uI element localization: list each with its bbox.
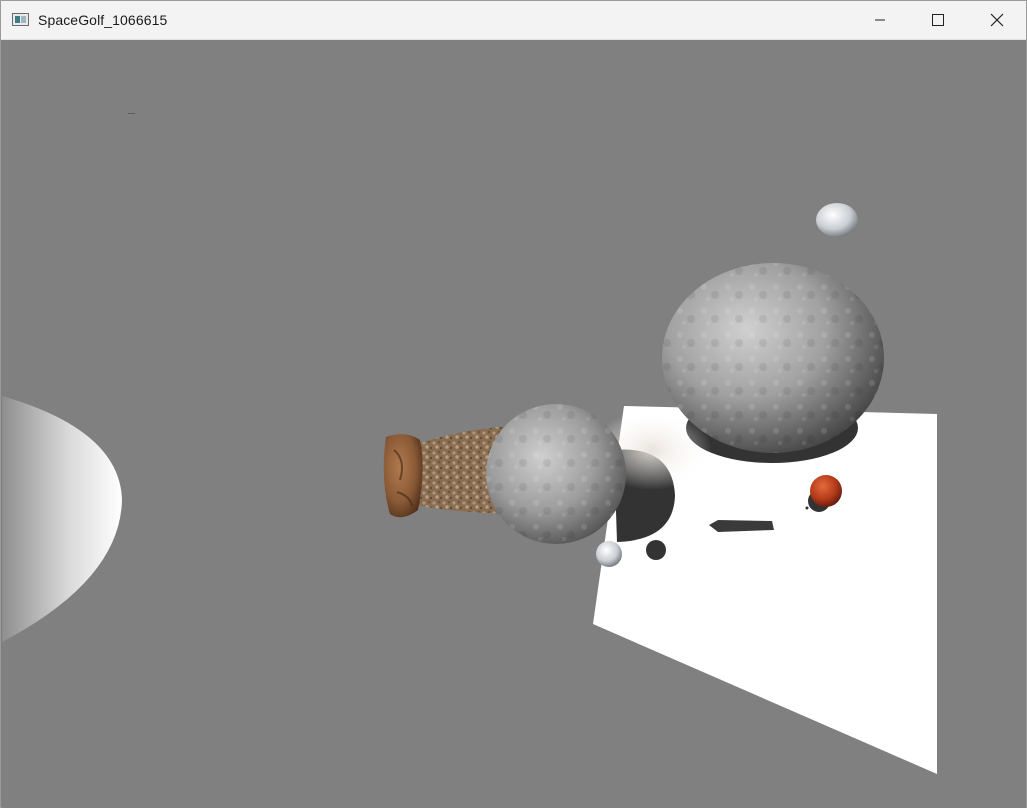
small-ice-moon-bottom [596,541,622,567]
minimize-icon [874,14,886,26]
minimize-button[interactable] [851,1,909,39]
game-viewport[interactable] [2,40,1026,808]
brown-asteroid [383,434,423,518]
white-hemisphere [2,396,122,642]
middle-grey-planet [486,404,626,544]
large-grey-planet [662,263,884,453]
small-ice-moon-top [816,203,858,237]
maximize-button[interactable] [909,1,967,39]
app-window: SpaceGolf_1066615 [0,0,1027,808]
close-button[interactable] [968,1,1026,39]
close-icon [990,13,1004,27]
maximize-icon [932,14,944,26]
game-scene[interactable] [2,40,1026,808]
app-icon [12,13,29,26]
title-bar[interactable]: SpaceGolf_1066615 [1,1,1026,40]
distant-speck [128,113,135,114]
red-planet [810,475,842,507]
window-title: SpaceGolf_1066615 [38,12,168,28]
